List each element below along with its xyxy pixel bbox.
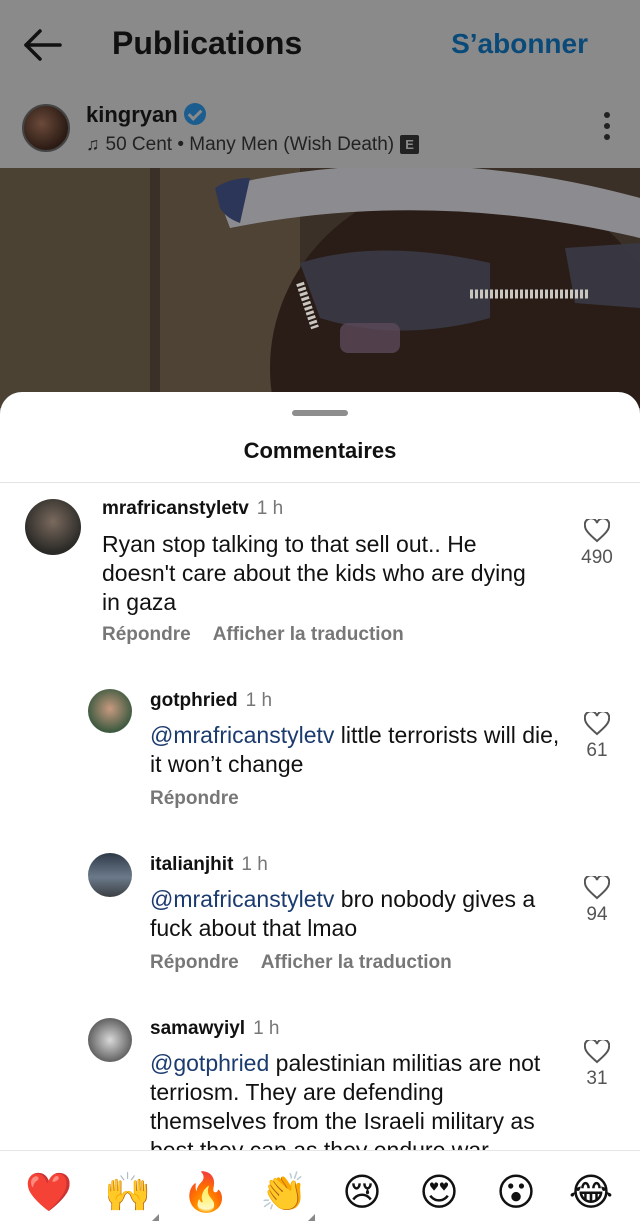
author-username[interactable]: kingryan bbox=[86, 102, 178, 127]
comment-header: mrafricanstyletv 1 h bbox=[102, 498, 283, 520]
emoji-reaction-bar: ❤️ 🙌 🔥 👏 😢 😍 😮 😂 bbox=[0, 1150, 640, 1231]
author-avatar[interactable] bbox=[22, 104, 70, 152]
heart-icon[interactable] bbox=[584, 876, 610, 900]
comment-header: italianjhit 1 h bbox=[150, 854, 268, 876]
sheet-drag-handle[interactable] bbox=[292, 410, 348, 416]
post-image[interactable] bbox=[0, 168, 640, 408]
reply-button[interactable]: Répondre bbox=[102, 624, 191, 645]
post-author-bar: kingryan ♫ 50 Cent • Many Men (Wish Death… bbox=[0, 90, 640, 168]
song-title[interactable]: 50 Cent • Many Men (Wish Death) bbox=[106, 134, 395, 155]
comment-time: 1 h bbox=[241, 854, 268, 875]
heart-icon[interactable] bbox=[584, 1040, 610, 1064]
raised-hands-emoji: 🙌 bbox=[104, 1170, 152, 1214]
reply-button[interactable]: Répondre bbox=[150, 952, 239, 973]
surprised-face-emoji-icon[interactable]: 😮 bbox=[491, 1167, 541, 1217]
author-name[interactable]: kingryan bbox=[86, 102, 206, 128]
comment-username[interactable]: mrafricanstyletv bbox=[102, 498, 249, 519]
crying-face-emoji-icon[interactable]: 😢 bbox=[337, 1167, 387, 1217]
comment-username[interactable]: samawyiyl bbox=[150, 1018, 245, 1039]
comment-mention[interactable]: @mrafricanstyletv bbox=[150, 722, 334, 748]
comment-actions: Répondre bbox=[150, 788, 239, 810]
explicit-badge: E bbox=[400, 135, 420, 154]
subscribe-button[interactable]: S’abonner bbox=[451, 28, 588, 60]
commenter-avatar[interactable] bbox=[88, 689, 132, 733]
fire-emoji-icon[interactable]: 🔥 bbox=[181, 1167, 231, 1217]
commenter-avatar[interactable] bbox=[88, 1018, 132, 1062]
comment-time: 1 h bbox=[245, 690, 273, 711]
comment-text: @mrafricanstyletv bro nobody gives a fuc… bbox=[150, 885, 560, 943]
like-count: 94 bbox=[586, 904, 608, 925]
comment-time: 1 h bbox=[253, 1018, 280, 1039]
top-bar: Publications S’abonner bbox=[0, 0, 640, 90]
translate-button[interactable]: Afficher la traduction bbox=[213, 624, 404, 645]
like-count: 61 bbox=[586, 740, 608, 761]
comment-username[interactable]: gotphried bbox=[150, 690, 238, 711]
tears-of-joy-emoji-icon[interactable]: 😂 bbox=[566, 1167, 616, 1217]
comment-header: gotphried 1 h bbox=[150, 690, 272, 712]
commenter-avatar[interactable] bbox=[25, 499, 81, 555]
clapping-hands-emoji: 👏 bbox=[260, 1170, 308, 1214]
heart-eyes-emoji-icon[interactable]: 😍 bbox=[414, 1167, 464, 1217]
comments-title: Commentaires bbox=[243, 438, 397, 463]
commenter-avatar[interactable] bbox=[88, 853, 132, 897]
comment-mention[interactable]: @mrafricanstyletv bbox=[150, 886, 334, 912]
reply-button[interactable]: Répondre bbox=[150, 788, 239, 809]
comment-like: 31 bbox=[577, 1040, 617, 1090]
music-note-icon: ♫ bbox=[86, 134, 100, 154]
clapping-hands-emoji-icon[interactable]: 👏 bbox=[259, 1167, 315, 1221]
page-title: Publications bbox=[112, 25, 303, 61]
translate-button[interactable]: Afficher la traduction bbox=[261, 952, 452, 973]
comment-body: Ryan stop talking to that sell out.. He … bbox=[102, 531, 526, 615]
comment-like: 61 bbox=[577, 712, 617, 762]
back-arrow-icon[interactable] bbox=[22, 26, 64, 64]
comment-like: 94 bbox=[577, 876, 617, 926]
song-info[interactable]: ♫ 50 Cent • Many Men (Wish Death) E bbox=[86, 134, 420, 156]
raised-hands-emoji-icon[interactable]: 🙌 bbox=[103, 1167, 159, 1221]
divider bbox=[0, 482, 640, 483]
like-count: 490 bbox=[581, 547, 613, 568]
more-options-icon[interactable] bbox=[604, 112, 612, 148]
heart-icon[interactable] bbox=[584, 712, 610, 736]
heart-emoji-icon[interactable]: ❤️ bbox=[24, 1167, 74, 1217]
comment-text: Ryan stop talking to that sell out.. He … bbox=[102, 530, 542, 617]
comment-text: @gotphried palestinian militias are not … bbox=[150, 1049, 560, 1165]
comment-username[interactable]: italianjhit bbox=[150, 854, 233, 875]
comment-mention[interactable]: @gotphried bbox=[150, 1050, 269, 1076]
comments-sheet: Commentaires mrafricanstyletv 1 h Ryan st… bbox=[0, 392, 640, 1231]
comment-like: 490 bbox=[577, 519, 617, 569]
comment-text: @mrafricanstyletv little terrorists will… bbox=[150, 721, 560, 779]
heart-icon[interactable] bbox=[584, 519, 610, 543]
comment-time: 1 h bbox=[256, 498, 284, 519]
comment-actions: Répondre Afficher la traduction bbox=[102, 624, 404, 646]
like-count: 31 bbox=[586, 1068, 608, 1089]
verified-badge-icon bbox=[183, 103, 206, 125]
comment-header: samawyiyl 1 h bbox=[150, 1018, 280, 1040]
comment-actions: Répondre Afficher la traduction bbox=[150, 952, 452, 974]
